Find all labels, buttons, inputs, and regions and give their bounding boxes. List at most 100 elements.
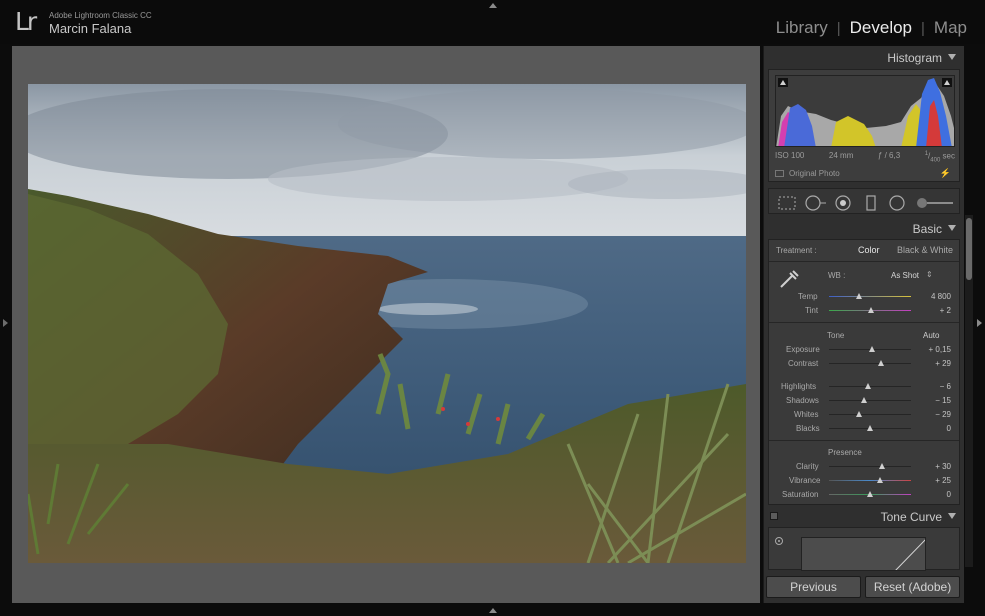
- bottom-button-bar: Previous Reset (Adobe): [763, 572, 964, 602]
- shadows-slider-knob[interactable]: [861, 397, 868, 403]
- photo-preview[interactable]: [28, 84, 746, 563]
- saturation-value[interactable]: 0: [947, 490, 951, 499]
- scrollbar-thumb[interactable]: [966, 218, 972, 280]
- eyedropper-icon[interactable]: [778, 268, 800, 290]
- vibrance-slider[interactable]: [829, 477, 911, 483]
- blacks-slider-knob[interactable]: [867, 425, 873, 431]
- clarity-slider-knob[interactable]: [879, 463, 886, 469]
- bottom-panel-toggle-icon[interactable]: [489, 608, 497, 613]
- divider: [769, 440, 959, 441]
- tone-curve-graph[interactable]: [801, 537, 926, 571]
- whites-slider[interactable]: [829, 411, 911, 417]
- collapse-triangle-icon: [948, 225, 956, 231]
- saturation-slider-knob[interactable]: [867, 491, 873, 497]
- clarity-slider[interactable]: [829, 463, 911, 469]
- previous-button[interactable]: Previous: [766, 576, 861, 598]
- tone-curve-header[interactable]: Tone Curve: [764, 505, 964, 527]
- exposure-slider-knob[interactable]: [868, 346, 875, 352]
- exposure-value[interactable]: + 0,15: [929, 345, 951, 354]
- crop-overlay-icon[interactable]: [777, 195, 797, 211]
- wb-select[interactable]: As Shot: [891, 271, 919, 280]
- contrast-label: Contrast: [788, 359, 819, 368]
- temp-label: Temp: [798, 292, 818, 301]
- highlights-slider[interactable]: [829, 383, 911, 389]
- temp-value[interactable]: 4 800: [931, 292, 951, 301]
- highlights-label: Highlights: [781, 382, 817, 391]
- top-panel-toggle-icon[interactable]: [489, 3, 497, 8]
- exif-info: ISO 100 24 mm ƒ / 6,3 1/400 sec: [775, 151, 955, 163]
- reset-button[interactable]: Reset (Adobe): [865, 576, 960, 598]
- target-adjust-icon[interactable]: [774, 536, 784, 546]
- contrast-slider-knob[interactable]: [878, 360, 885, 366]
- blacks-slider[interactable]: [829, 425, 911, 431]
- iso-value: ISO 100: [775, 151, 805, 160]
- right-panel: Histogram ISO 100 24 mm ƒ / 6,3 1/400 se…: [763, 46, 964, 603]
- histogram-graph[interactable]: [775, 75, 955, 147]
- panel-scrollbar[interactable]: [965, 215, 973, 567]
- highlight-clipping-icon[interactable]: [942, 78, 952, 87]
- saturation-label: Saturation: [782, 490, 819, 499]
- divider: [769, 261, 959, 262]
- tone-section-title: Tone: [827, 331, 845, 340]
- vibrance-slider-knob[interactable]: [876, 477, 883, 483]
- left-panel-toggle-icon[interactable]: [3, 319, 8, 327]
- user-name: Marcin Falana: [49, 21, 132, 36]
- clarity-value[interactable]: + 30: [935, 462, 951, 471]
- tint-slider[interactable]: [829, 307, 911, 313]
- tone-curve-title: Tone Curve: [880, 510, 942, 524]
- saturation-slider[interactable]: [829, 491, 911, 497]
- tint-slider-knob[interactable]: [867, 307, 874, 313]
- shadow-clipping-icon[interactable]: [778, 78, 788, 87]
- blacks-label: Blacks: [796, 424, 820, 433]
- bolt-icon[interactable]: ⚡: [940, 168, 951, 179]
- highlights-value[interactable]: − 6: [940, 382, 951, 391]
- basic-header[interactable]: Basic: [764, 217, 964, 239]
- module-map[interactable]: Map: [934, 18, 967, 38]
- landscape-photo: [28, 84, 746, 563]
- checkbox-icon: [775, 170, 784, 177]
- red-eye-icon[interactable]: [835, 195, 851, 211]
- blacks-value[interactable]: 0: [947, 424, 951, 433]
- wb-stepper-icon[interactable]: ⇕: [926, 270, 933, 279]
- temp-slider[interactable]: [829, 293, 911, 299]
- tint-value[interactable]: + 2: [940, 306, 951, 315]
- clarity-label: Clarity: [796, 462, 819, 471]
- adjustment-brush-icon[interactable]: [915, 195, 955, 211]
- module-separator: |: [921, 19, 925, 37]
- tone-auto-button[interactable]: Auto: [923, 331, 939, 340]
- exposure-slider[interactable]: [829, 346, 911, 352]
- app-title: Adobe Lightroom Classic CC: [49, 11, 152, 20]
- highlights-slider-knob[interactable]: [864, 383, 871, 389]
- shadows-value[interactable]: − 15: [935, 396, 951, 405]
- contrast-slider[interactable]: [829, 360, 911, 366]
- tint-label: Tint: [805, 306, 819, 315]
- temp-slider-knob[interactable]: [855, 293, 862, 299]
- vibrance-value[interactable]: + 25: [935, 476, 951, 485]
- aperture-value: ƒ / 6,3: [877, 151, 901, 160]
- panel-switch-icon[interactable]: [770, 512, 778, 520]
- right-panel-toggle-icon[interactable]: [977, 319, 982, 327]
- treatment-label: Treatment :: [776, 246, 817, 255]
- shadows-slider[interactable]: [829, 397, 911, 403]
- treatment-bw-option[interactable]: Black & White: [897, 245, 953, 255]
- tone-curve-panel: [768, 527, 960, 571]
- histogram-curves: [776, 78, 954, 146]
- spot-removal-icon[interactable]: [805, 195, 827, 211]
- graduated-filter-icon[interactable]: [863, 195, 879, 211]
- module-separator: |: [836, 19, 841, 37]
- histogram-title: Histogram: [887, 51, 942, 65]
- histogram-panel: ISO 100 24 mm ƒ / 6,3 1/400 sec Original…: [768, 69, 960, 182]
- module-develop[interactable]: Develop: [850, 18, 912, 38]
- histogram-header[interactable]: Histogram: [764, 46, 964, 68]
- whites-value[interactable]: − 29: [935, 410, 951, 419]
- whites-slider-knob[interactable]: [855, 411, 862, 417]
- radial-filter-icon[interactable]: [889, 195, 905, 211]
- basic-title: Basic: [912, 222, 942, 236]
- contrast-value[interactable]: + 29: [935, 359, 951, 368]
- module-library[interactable]: Library: [776, 18, 828, 38]
- lightroom-logo: Lr: [15, 7, 37, 36]
- treatment-color-option[interactable]: Color: [858, 245, 880, 255]
- whites-label: Whites: [794, 410, 819, 419]
- original-photo-toggle[interactable]: Original Photo: [775, 169, 840, 178]
- focal-length-value: 24 mm: [828, 151, 854, 160]
